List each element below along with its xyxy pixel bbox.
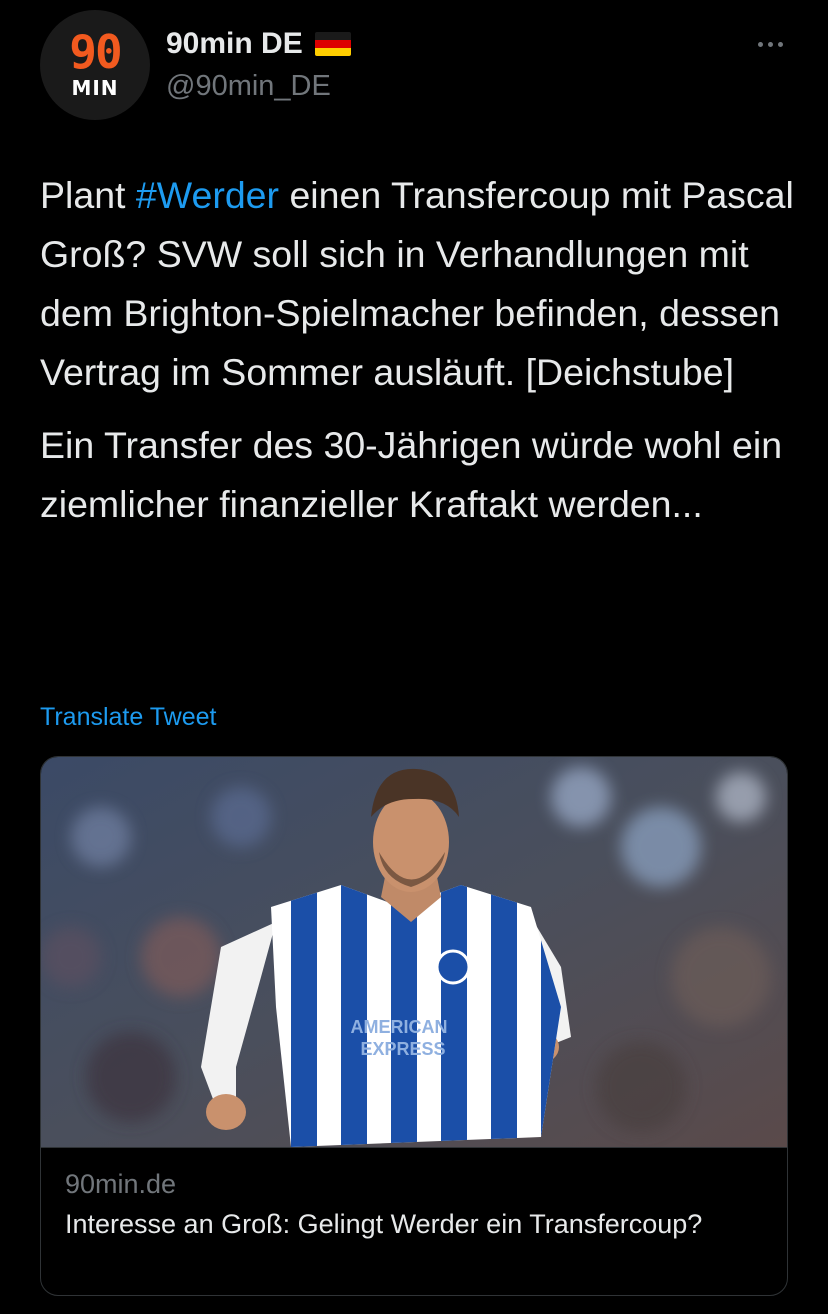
- tweet[interactable]: 90 MIN 90min DE @90min_DE Plant #Werder …: [0, 0, 828, 1314]
- shirt-sponsor-line-2: EXPRESS: [360, 1039, 445, 1059]
- tweet-paragraph-1: Plant #Werder einen Transfercoup mit Pas…: [40, 166, 800, 402]
- card-domain: 90min.de: [65, 1169, 177, 1199]
- shirt-sponsor-line-1: AMERICAN: [351, 1017, 448, 1037]
- avatar-logo-text: MIN: [71, 76, 119, 100]
- author-handle[interactable]: @90min_DE: [166, 68, 331, 104]
- germany-flag-icon: [314, 32, 351, 56]
- avatar[interactable]: 90 MIN: [40, 10, 150, 120]
- avatar-logo-number: 90: [69, 25, 122, 79]
- author-display-name[interactable]: 90min DE: [166, 24, 303, 64]
- link-preview-card[interactable]: AMERICAN EXPRESS 90min.de Interesse an G…: [40, 756, 788, 1296]
- tweet-text-segment: Plant: [40, 174, 136, 216]
- card-meta: 90min.de Interesse an Groß: Gelingt Werd…: [65, 1165, 765, 1243]
- tweet-text: Plant #Werder einen Transfercoup mit Pas…: [40, 166, 800, 534]
- tweet-paragraph-2: Ein Transfer des 30-Jährigen würde wohl …: [40, 424, 783, 525]
- card-title[interactable]: Interesse an Groß: Gelingt Werder ein Tr…: [65, 1205, 765, 1243]
- football-player-photo: AMERICAN EXPRESS: [41, 757, 787, 1147]
- hashtag-link[interactable]: #Werder: [136, 174, 279, 216]
- more-options-icon[interactable]: [748, 30, 792, 58]
- author-name-row: 90min DE: [166, 24, 351, 64]
- card-image[interactable]: AMERICAN EXPRESS: [41, 757, 787, 1148]
- translate-tweet-link[interactable]: Translate Tweet: [40, 700, 216, 734]
